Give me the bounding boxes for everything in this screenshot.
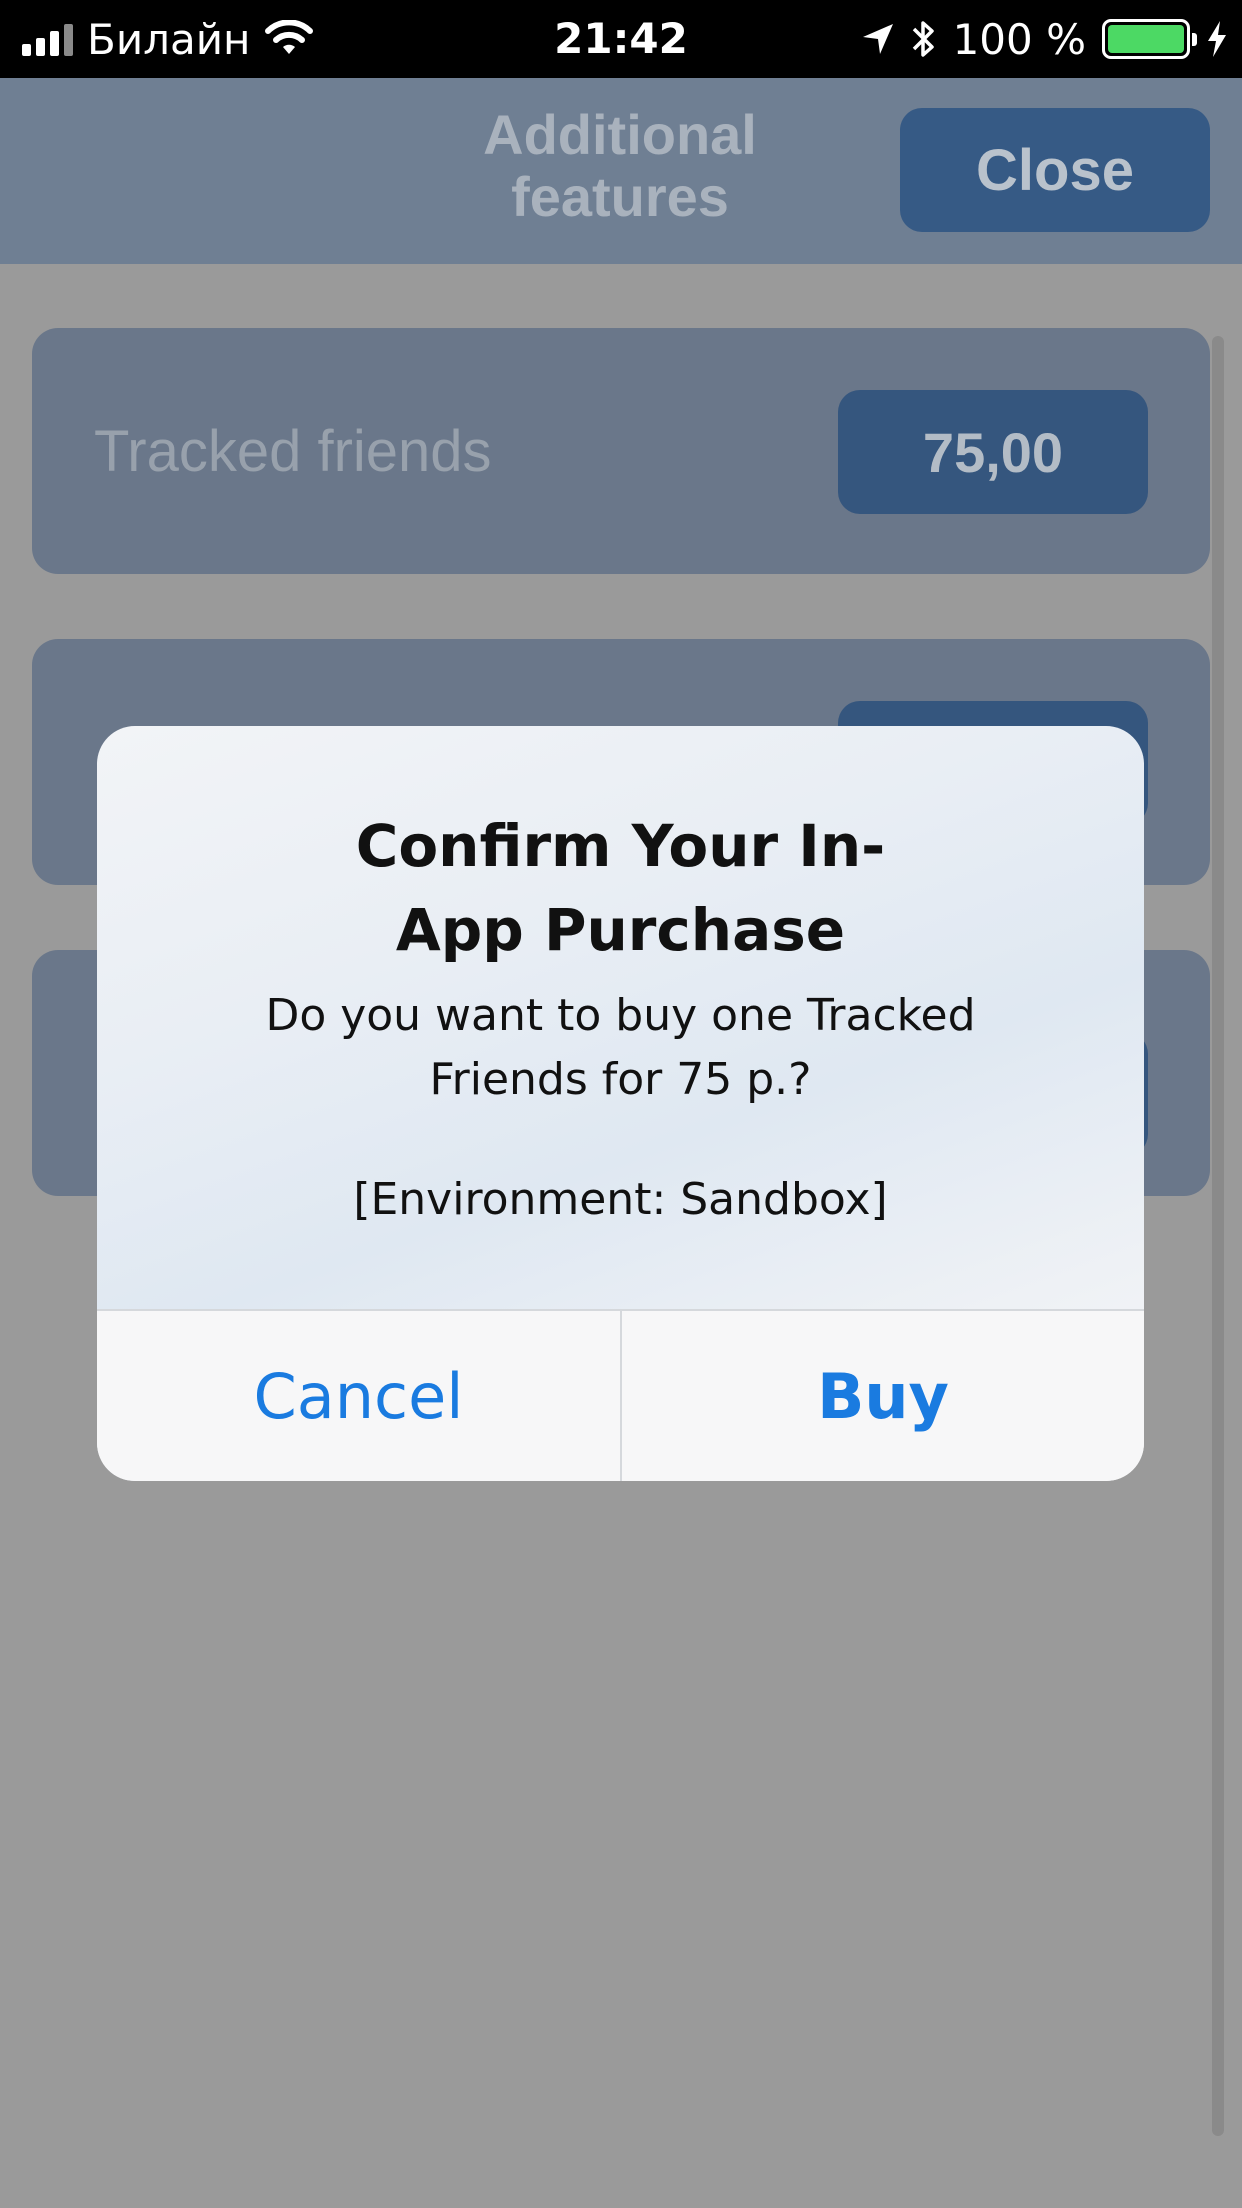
buy-button[interactable]: Buy	[622, 1311, 1144, 1481]
close-button[interactable]: Close	[900, 108, 1210, 232]
dialog-title: Confirm Your In- App Purchase	[157, 804, 1084, 972]
bluetooth-icon	[912, 21, 934, 57]
price-button[interactable]: 75,00	[838, 390, 1148, 514]
battery-icon	[1102, 19, 1197, 59]
status-bar-right: 100 %	[861, 0, 1228, 78]
dialog-message-line2: Friends for 75 р.?	[429, 1054, 812, 1105]
feature-label: Tracked friends	[94, 418, 492, 484]
feature-card: Tracked friends 75,00	[32, 328, 1210, 574]
carrier-name: Билайн	[87, 14, 251, 64]
status-bar-left: Билайн	[22, 0, 314, 78]
status-bar: Билайн 21:42 100 %	[0, 0, 1242, 78]
wifi-icon	[265, 20, 314, 54]
page-title-line1: Additional	[483, 103, 757, 166]
purchase-confirm-dialog: Confirm Your In- App Purchase Do you wan…	[97, 726, 1144, 1481]
dialog-environment: [Environment: Sandbox]	[353, 1174, 888, 1225]
battery-level-fill	[1108, 25, 1184, 53]
battery-percent: 100 %	[952, 14, 1086, 64]
signal-icon	[22, 22, 73, 56]
nav-header: Additional features Close	[0, 78, 1242, 264]
location-arrow-icon	[862, 24, 893, 54]
dialog-message: Do you want to buy one Tracked Friends f…	[157, 984, 1084, 1112]
cancel-button[interactable]: Cancel	[97, 1311, 620, 1481]
scrollbar[interactable]	[1212, 336, 1224, 2136]
page-title-line2: features	[511, 165, 729, 228]
dialog-message-line1: Do you want to buy one Tracked	[265, 990, 976, 1041]
dialog-title-line2: App Purchase	[395, 896, 846, 964]
charging-bolt-icon	[1208, 21, 1226, 57]
dialog-title-line1: Confirm Your In-	[355, 812, 886, 880]
page-title: Additional features	[420, 104, 820, 228]
